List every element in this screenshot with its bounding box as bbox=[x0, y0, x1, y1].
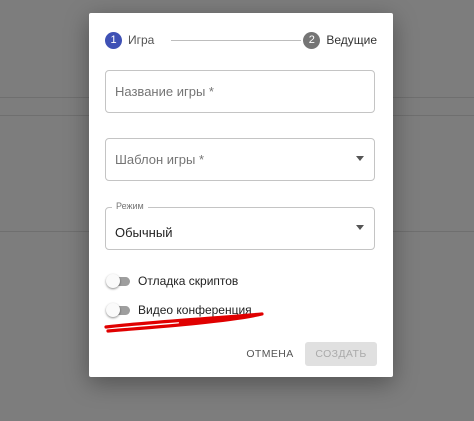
create-game-dialog: 1 Игра 2 Ведущие Название игры * Шаблон … bbox=[89, 13, 393, 377]
debug-scripts-label: Отладка скриптов bbox=[138, 274, 239, 288]
step-label: Игра bbox=[128, 33, 155, 47]
switch-thumb bbox=[106, 274, 120, 288]
chevron-down-icon bbox=[356, 156, 364, 161]
step-connector bbox=[171, 40, 301, 41]
stepper: 1 Игра 2 Ведущие bbox=[105, 30, 377, 50]
step-hosts[interactable]: 2 Ведущие bbox=[303, 30, 377, 50]
template-placeholder: Шаблон игры * bbox=[115, 152, 205, 167]
template-select[interactable]: Шаблон игры * bbox=[105, 138, 375, 181]
video-conference-toggle-row: Видео конференция bbox=[106, 302, 252, 318]
create-button[interactable]: СОЗДАТЬ bbox=[305, 342, 377, 366]
step-game[interactable]: 1 Игра bbox=[105, 30, 154, 50]
mode-value: Обычный bbox=[115, 225, 173, 240]
video-conference-switch[interactable] bbox=[106, 303, 132, 317]
debug-scripts-toggle-row: Отладка скриптов bbox=[106, 273, 238, 289]
game-name-input[interactable]: Название игры * bbox=[105, 70, 375, 113]
switch-thumb bbox=[106, 303, 120, 317]
chevron-down-icon bbox=[356, 225, 364, 230]
game-name-placeholder: Название игры * bbox=[115, 84, 214, 99]
mode-select[interactable]: Режим Обычный bbox=[105, 201, 375, 250]
step-number: 2 bbox=[303, 31, 321, 49]
mode-label: Режим bbox=[112, 201, 148, 211]
step-number: 1 bbox=[105, 31, 122, 49]
cancel-button[interactable]: ОТМЕНА bbox=[242, 342, 298, 366]
step-label: Ведущие bbox=[326, 33, 377, 47]
video-conference-label: Видео конференция bbox=[138, 303, 252, 317]
debug-scripts-switch[interactable] bbox=[106, 274, 132, 288]
